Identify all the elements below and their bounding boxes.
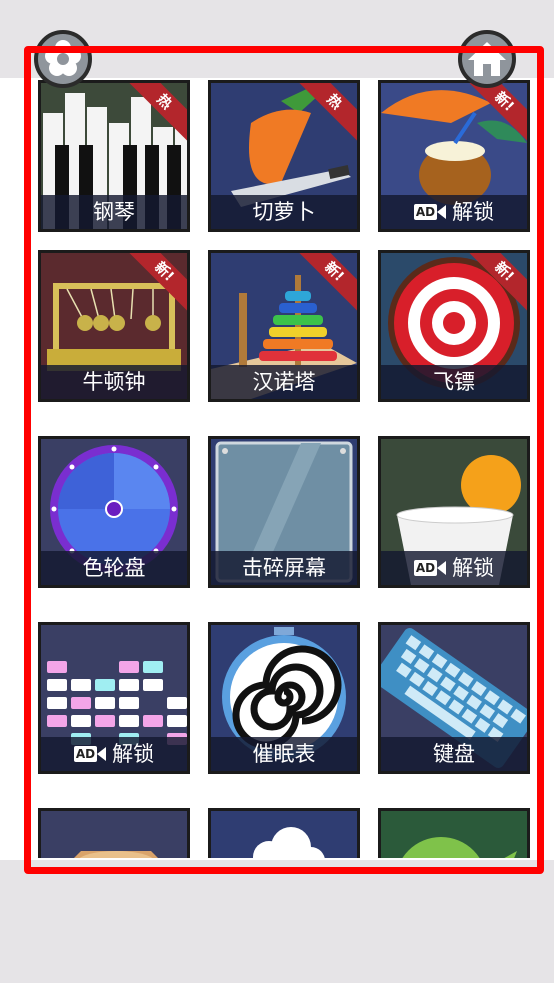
- tile-cloud[interactable]: [208, 808, 360, 858]
- tile-hanoi-tower[interactable]: 新! 汉诺塔: [208, 250, 360, 402]
- tile-smash-screen[interactable]: 击碎屏幕: [208, 436, 360, 588]
- tile-color-wheel[interactable]: 色轮盘: [38, 436, 190, 588]
- tile-locked-pong[interactable]: AD 解锁: [378, 436, 530, 588]
- play-back-icon: [437, 561, 447, 575]
- ad-icon: AD: [73, 746, 98, 762]
- tile-label: 键盘: [381, 737, 527, 771]
- tile-label: 牛顿钟: [41, 365, 187, 399]
- tile-locked-coconut[interactable]: 新! AD 解锁: [378, 80, 530, 232]
- bottom-band: [0, 860, 554, 983]
- tile-piano[interactable]: 热 钢琴: [38, 80, 190, 232]
- tile-wood-block[interactable]: [38, 808, 190, 858]
- home-icon: [468, 42, 506, 76]
- tile-label: 汉诺塔: [211, 365, 357, 399]
- tile-label: AD 解锁: [381, 551, 527, 585]
- tile-label: 催眠表: [211, 737, 357, 771]
- play-back-icon: [97, 747, 107, 761]
- home-button[interactable]: [458, 30, 516, 88]
- tile-newtons-cradle[interactable]: 新! 牛顿钟: [38, 250, 190, 402]
- tile-label: 钢琴: [41, 195, 187, 229]
- tile-darts[interactable]: 新! 飞镖: [378, 250, 530, 402]
- tile-label: 击碎屏幕: [211, 551, 357, 585]
- ad-icon: AD: [413, 560, 438, 576]
- tile-label: AD 解锁: [41, 737, 187, 771]
- settings-button[interactable]: [34, 30, 92, 88]
- play-back-icon: [437, 205, 447, 219]
- tile-hypnosis-watch[interactable]: 催眠表: [208, 622, 360, 774]
- tile-label: AD 解锁: [381, 195, 527, 229]
- tile-green-blob[interactable]: [378, 808, 530, 858]
- tile-label: 切萝卜: [211, 195, 357, 229]
- game-grid: 热 钢琴 热 切萝卜 新! AD 解锁 新! 牛顿钟 新! 汉诺塔 新! 飞镖 …: [0, 78, 554, 858]
- tile-label: 飞镖: [381, 365, 527, 399]
- ad-icon: AD: [413, 204, 438, 220]
- flower-settings-icon: [45, 40, 81, 76]
- tile-cut-carrot[interactable]: 热 切萝卜: [208, 80, 360, 232]
- cloud-icon: [211, 811, 357, 858]
- green-blob-icon: [381, 811, 527, 858]
- tile-locked-equalizer[interactable]: AD 解锁: [38, 622, 190, 774]
- wood-block-icon: [41, 811, 187, 858]
- tile-label: 色轮盘: [41, 551, 187, 585]
- tile-keyboard[interactable]: 键盘: [378, 622, 530, 774]
